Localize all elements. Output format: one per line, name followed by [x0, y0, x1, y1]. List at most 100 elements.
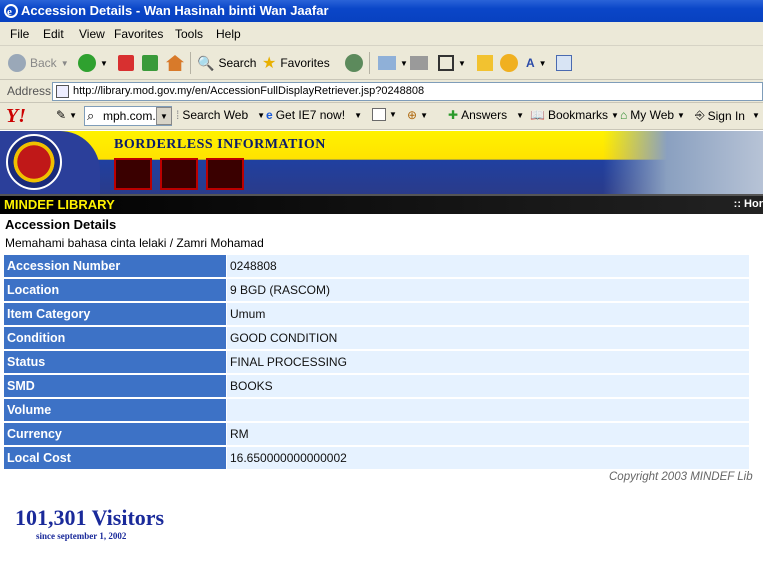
my-web-label: My Web	[630, 108, 675, 122]
standard-toolbar: Back ▼ ▼ 🔍 Search ★ Favorites ▼ ▼ A ▼	[0, 46, 763, 80]
row-label: Volume	[4, 399, 226, 421]
book-title: Memahami bahasa cinta lelaki / Zamri Moh…	[5, 236, 264, 250]
magnifier-page-icon	[556, 55, 572, 71]
yahoo-toolbar: Y! ✎ ▼ ⌕ mph.com. ▼ ⁞ Search Web ▼ e Get…	[0, 103, 763, 130]
back-arrow-icon	[8, 54, 26, 72]
perpustakaan-logo	[6, 134, 62, 190]
toolbar-separator	[369, 52, 370, 74]
messenger-button[interactable]	[500, 52, 518, 74]
menu-help[interactable]: Help	[216, 27, 241, 41]
stop-button[interactable]	[118, 52, 134, 74]
window-title: Accession Details - Wan Hasinah binti Wa…	[21, 3, 329, 18]
mail-button[interactable]: ▼	[378, 52, 408, 74]
table-row: Item Category Umum	[4, 303, 749, 325]
answers-button[interactable]: ✚ Answers ▼	[448, 108, 524, 122]
internet-explorer-icon: e	[4, 4, 18, 18]
my-web-icon: ⌂	[620, 108, 628, 122]
table-row: Local Cost 16.650000000000002	[4, 447, 749, 469]
search-web-button[interactable]: ⁞ Search Web ▼	[176, 108, 265, 122]
table-row: SMD BOOKS	[4, 375, 749, 397]
navy-thumbnail[interactable]	[206, 158, 244, 190]
globe-button[interactable]: ⊕ ▼	[407, 108, 428, 122]
favorites-label: Favorites	[280, 56, 330, 70]
get-ie7-button[interactable]: e Get IE7 now! ▼	[266, 108, 362, 122]
row-label: Local Cost	[4, 447, 226, 469]
sign-in-button[interactable]: ⎆ Sign In ▼	[695, 108, 760, 123]
row-value: 16.650000000000002	[227, 447, 749, 469]
row-value: Umum	[227, 303, 749, 325]
pencil-menu[interactable]: ✎ ▼	[56, 108, 77, 122]
yahoo-search-value: mph.com.	[103, 109, 156, 123]
answers-icon: ✚	[448, 108, 459, 122]
sign-in-label: Sign In	[707, 108, 745, 123]
calendar-button[interactable]: ▼	[372, 108, 397, 121]
menu-tools[interactable]: Tools	[175, 27, 203, 41]
research-button[interactable]: A ▼	[526, 52, 547, 74]
bookmarks-icon: 📖	[530, 108, 545, 122]
menu-file[interactable]: File	[10, 27, 29, 41]
row-label: Status	[4, 351, 226, 373]
dropdown-arrow-icon: ▼	[538, 58, 547, 68]
yahoo-logo-icon[interactable]: Y!	[6, 105, 26, 128]
bookmarks-label: Bookmarks	[547, 108, 608, 122]
print-icon	[410, 56, 428, 70]
site-banner: BORDERLESS INFORMATION	[0, 131, 763, 194]
back-button[interactable]: Back ▼	[8, 52, 69, 74]
history-button[interactable]	[345, 52, 363, 74]
dropdown-arrow-icon: ▼	[389, 110, 397, 119]
print-button[interactable]	[410, 52, 428, 74]
discuss-button[interactable]	[477, 52, 493, 74]
dropdown-arrow-icon: ▼	[516, 110, 524, 120]
my-web-button[interactable]: ⌂ My Web ▼	[620, 108, 685, 122]
menu-bar: File Edit View Favorites Tools Help	[0, 22, 763, 46]
dropdown-arrow-icon: ▼	[400, 58, 408, 68]
forward-arrow-icon	[78, 54, 96, 72]
address-bar: Address http://library.mod.gov.my/en/Acc…	[0, 80, 763, 103]
menu-edit[interactable]: Edit	[43, 27, 64, 41]
row-value: FINAL PROCESSING	[227, 351, 749, 373]
refresh-icon	[142, 55, 158, 71]
calendar-icon	[372, 108, 386, 121]
search-button[interactable]: 🔍 Search	[197, 52, 256, 74]
toolbar-separator	[190, 52, 191, 74]
dropdown-arrow-icon: ▼	[69, 110, 77, 120]
row-value: 0248808	[227, 255, 749, 277]
star-icon: ★	[262, 55, 277, 72]
internet-explorer-icon: e	[266, 108, 273, 122]
address-input[interactable]: http://library.mod.gov.my/en/AccessionFu…	[52, 82, 763, 101]
row-value: BOOKS	[227, 375, 749, 397]
dropdown-arrow-icon: ▼	[354, 110, 362, 120]
favorites-button[interactable]: ★ Favorites	[262, 52, 330, 74]
menu-favorites[interactable]: Favorites	[114, 27, 163, 41]
home-button[interactable]	[166, 52, 184, 74]
get-ie7-label: Get IE7 now!	[275, 108, 346, 122]
row-label: SMD	[4, 375, 226, 397]
table-row: Condition GOOD CONDITION	[4, 327, 749, 349]
visitor-counter-since: since september 1, 2002	[36, 531, 127, 541]
back-label: Back	[30, 56, 57, 70]
row-label: Currency	[4, 423, 226, 445]
dropdown-arrow-icon: ▼	[751, 111, 760, 120]
row-label: Condition	[4, 327, 226, 349]
page-title: Accession Details	[5, 217, 117, 232]
search-dropdown-button[interactable]: ▼	[156, 107, 172, 125]
airforce-thumbnail[interactable]	[160, 158, 198, 190]
dropdown-arrow-icon: ▼	[677, 110, 685, 120]
page-search-button[interactable]	[556, 52, 572, 74]
army-thumbnail[interactable]	[114, 158, 152, 190]
search-icon: 🔍	[197, 54, 215, 71]
edit-button[interactable]: ▼	[438, 52, 466, 74]
dropdown-arrow-icon: ▼	[100, 58, 108, 68]
forward-button[interactable]: ▼	[78, 52, 108, 74]
accession-details-table: Accession Number 0248808 Location 9 BGD …	[3, 253, 750, 471]
answers-label: Answers	[461, 108, 508, 122]
row-value	[227, 399, 749, 421]
refresh-button[interactable]	[142, 52, 158, 74]
row-value: GOOD CONDITION	[227, 327, 749, 349]
home-icon	[166, 55, 184, 71]
home-link[interactable]: :: Hor	[734, 198, 763, 210]
search-label: Search	[218, 56, 257, 70]
bookmarks-button[interactable]: 📖 Bookmarks ▼	[530, 108, 619, 122]
menu-view[interactable]: View	[79, 27, 105, 41]
edit-icon	[438, 55, 454, 71]
